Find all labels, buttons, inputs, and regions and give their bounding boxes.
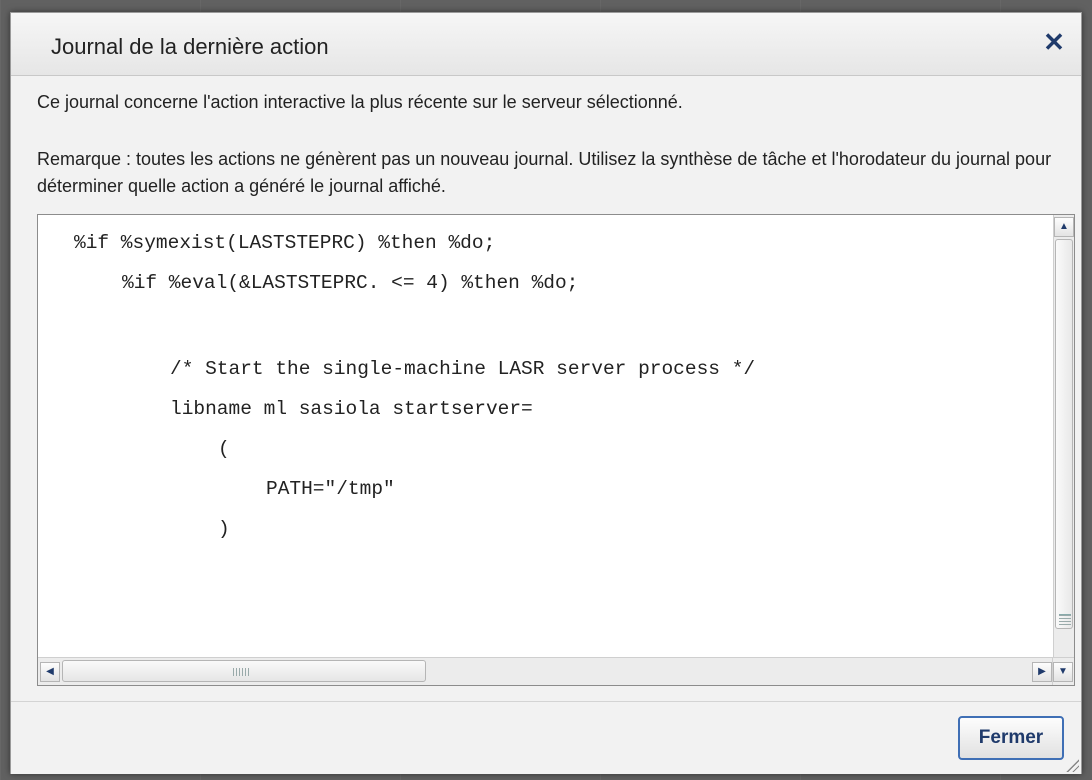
scroll-corner: ▼ [1052, 657, 1074, 685]
log-line: PATH="/tmp" [266, 478, 395, 500]
dialog-title: Journal de la dernière action [51, 34, 329, 59]
log-dialog: Journal de la dernière action ✕ Ce journ… [10, 12, 1082, 774]
arrow-left-icon[interactable]: ◀ [40, 662, 60, 682]
log-line: ( [218, 438, 230, 460]
arrow-down-icon[interactable]: ▼ [1053, 662, 1073, 682]
arrow-right-icon[interactable]: ▶ [1032, 662, 1052, 682]
note-text: Remarque : toutes les actions ne génèren… [37, 149, 1052, 196]
close-icon[interactable]: ✕ [1041, 29, 1067, 55]
log-line: %if %eval(&LASTSTEPRC. <= 4) %then %do; [122, 272, 579, 294]
log-line: %if %symexist(LASTSTEPRC) %then %do; [74, 232, 496, 254]
dialog-titlebar[interactable]: Journal de la dernière action ✕ [11, 13, 1081, 76]
grip-icon [233, 668, 249, 676]
vertical-scrollbar[interactable]: ▲ [1053, 215, 1074, 657]
intro-text: Ce journal concerne l'action interactive… [37, 92, 683, 112]
resize-grip-icon[interactable] [1065, 758, 1079, 772]
log-line: ) [218, 518, 230, 540]
grip-icon [1059, 614, 1071, 625]
log-text-area[interactable]: %if %symexist(LASTSTEPRC) %then %do; %if… [38, 215, 1054, 657]
close-button[interactable]: Fermer [958, 716, 1064, 760]
horizontal-scrollbar[interactable]: ◀ ▶ [38, 657, 1054, 685]
vertical-scroll-thumb[interactable] [1055, 239, 1073, 629]
horizontal-scroll-thumb[interactable] [62, 660, 426, 682]
log-viewer[interactable]: %if %symexist(LASTSTEPRC) %then %do; %if… [37, 214, 1075, 686]
arrow-up-icon[interactable]: ▲ [1054, 217, 1074, 237]
log-line: /* Start the single-machine LASR server … [170, 358, 756, 380]
log-line: libname ml sasiola startserver= [170, 398, 533, 420]
dialog-footer: Fermer [11, 701, 1081, 774]
